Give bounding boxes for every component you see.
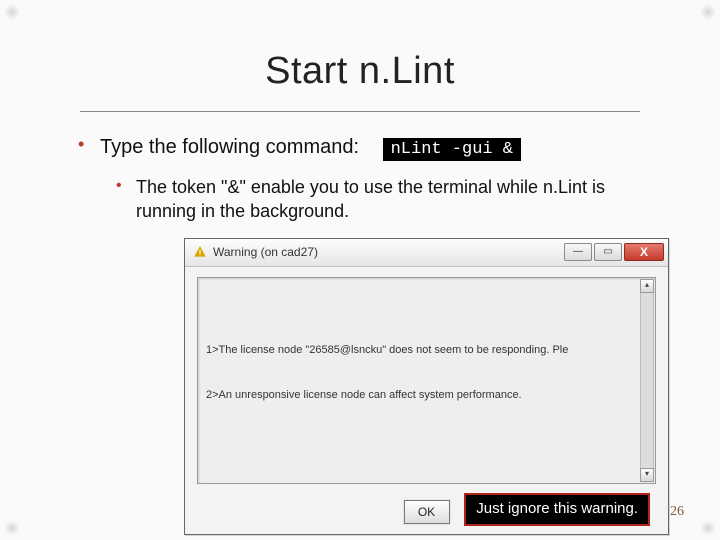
maximize-button[interactable]: ▭ [594,243,622,261]
page-number: 26 [670,504,684,520]
sub-bullet-list: The token "&" enable you to use the term… [100,175,660,535]
title-underline [80,111,640,112]
bullet-item: Type the following command: nLint -gui &… [100,134,660,535]
scroll-track[interactable] [640,293,654,468]
scroll-up-icon[interactable]: ▴ [640,279,654,293]
bullet-text: Type the following command: [100,136,359,158]
dialog-body: 1>The license node "26585@lsncku" does n… [185,267,668,494]
bullet-list: Type the following command: nLint -gui &… [60,134,660,535]
callout-label: Just ignore this warning. [464,493,650,525]
scroll-down-icon[interactable]: ▾ [640,468,654,482]
ok-button[interactable]: OK [404,500,450,524]
command-box: nLint -gui & [383,138,521,161]
warning-dialog: Warning (on cad27) — ▭ X 1>The license n… [184,238,669,535]
dialog-footer: OK Just ignore this warning. [185,494,668,534]
window-buttons: — ▭ X [562,243,664,261]
dialog-title: Warning (on cad27) [213,244,562,260]
message-line: 1>The license node "26585@lsncku" does n… [206,343,631,358]
close-button[interactable]: X [624,243,664,261]
warning-icon [193,245,207,259]
scrollbar[interactable]: ▴ ▾ [640,279,654,482]
message-box: 1>The license node "26585@lsncku" does n… [197,277,656,484]
dialog-titlebar: Warning (on cad27) — ▭ X [185,239,668,267]
message-line: 2>An unresponsive license node can affec… [206,388,631,403]
page-title: Start n.Lint [60,50,660,93]
sub-bullet-text: The token "&" enable you to use the term… [136,177,605,221]
minimize-button[interactable]: — [564,243,592,261]
slide: Start n.Lint Type the following command:… [0,0,720,540]
sub-bullet-item: The token "&" enable you to use the term… [136,175,660,535]
